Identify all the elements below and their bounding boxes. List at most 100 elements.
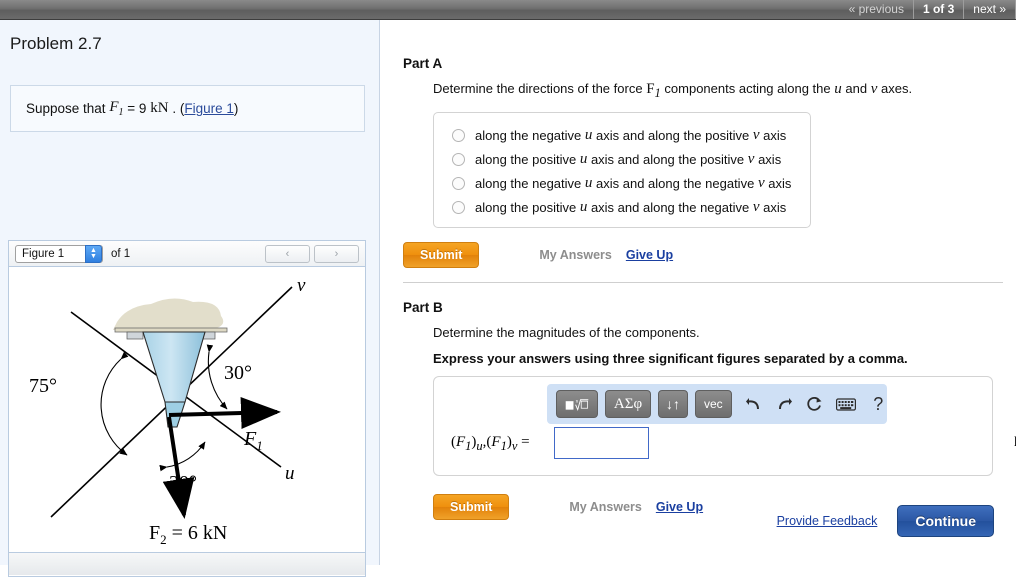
option-2-mid: axis and along the positive — [590, 151, 745, 167]
angle-75-label: 75° — [29, 375, 57, 397]
option-3-end: axis — [768, 175, 792, 191]
figure-select[interactable]: Figure 1 ▲ ▼ — [15, 244, 103, 263]
sub-superscript-button[interactable]: ↓↑ — [658, 390, 688, 418]
reset-icon[interactable] — [806, 393, 824, 415]
answer-equals: = — [521, 434, 530, 450]
statement-unit: kN — [150, 100, 169, 116]
figure-select-value: Figure 1 — [22, 247, 65, 260]
angle-30-lower-label: 30° — [169, 472, 197, 494]
greek-symbols-button[interactable]: ΑΣφ — [605, 390, 651, 418]
next-button[interactable]: next » — [964, 0, 1016, 19]
option-1-v: v — [752, 126, 760, 143]
part-a-my-answers-link[interactable]: My Answers — [539, 248, 611, 262]
question-v-axis: v — [870, 81, 878, 97]
option-3-v: v — [757, 174, 765, 191]
part-a-options: along the negative u axis and along the … — [433, 112, 811, 228]
part-a-give-up-link[interactable]: Give Up — [626, 248, 673, 262]
figure-link[interactable]: Figure 1 — [184, 101, 234, 116]
answer-force-symbol-2: F — [491, 434, 501, 450]
option-3-pre: along the negative — [475, 175, 582, 191]
figure-footer-bar — [9, 552, 365, 575]
undo-icon[interactable] — [745, 393, 763, 415]
option-2-end: axis — [758, 151, 782, 167]
option-2-pre: along the positive — [475, 151, 577, 167]
radio-icon[interactable] — [452, 200, 465, 214]
part-b-answer-box: n ΑΣφ ↓↑ vec ? (F1)u,(F1)v = — [433, 376, 1016, 476]
part-a-heading: Part A — [403, 56, 443, 71]
page-title: Problem 2.7 — [10, 34, 102, 53]
radio-icon[interactable] — [452, 152, 465, 166]
radio-icon[interactable] — [452, 128, 465, 142]
part-a-question: Determine the directions of the force F1… — [433, 81, 1003, 101]
mechanics-diagram: 75° 30° 30° v u F1 F2 = 6 kN — [29, 275, 306, 547]
statement-period: . — [172, 101, 177, 116]
question-pre-text: Determine the directions of the force — [433, 81, 643, 96]
math-template-button[interactable]: n — [556, 390, 598, 418]
option-2-u: u — [579, 150, 588, 167]
vector-button[interactable]: vec — [695, 390, 732, 418]
answer-component-v: v — [511, 439, 518, 453]
part-a-section: Part A Determine the directions of the f… — [403, 56, 1003, 268]
figure-widget: Figure 1 ▲ ▼ of 1 ‹ › 75° 30° 30° v u F1… — [8, 240, 366, 577]
force-symbol: F1 — [109, 99, 124, 118]
radio-icon[interactable] — [452, 176, 465, 190]
question-u-axis: u — [834, 81, 842, 97]
chevron-updown-icon[interactable]: ▲ ▼ — [85, 244, 102, 263]
part-a-submit-button[interactable]: Submit — [403, 242, 480, 268]
keyboard-icon[interactable] — [836, 393, 857, 415]
statement-equals: = 9 — [127, 101, 147, 116]
radio-option-3[interactable]: along the negative u axis and along the … — [434, 171, 810, 195]
question-mid-text: components acting along the — [664, 81, 831, 96]
figure-canvas: 75° 30° 30° v u F1 F2 = 6 kN — [9, 267, 365, 552]
force1-label: F1 — [243, 428, 263, 453]
option-4-mid: axis and along the negative — [590, 199, 750, 215]
top-navigation-bar: « previous 1 of 3 next » — [0, 0, 1016, 20]
page-counter: 1 of 3 — [912, 0, 965, 19]
question-and-text: and — [845, 81, 868, 96]
question-end-text: axes. — [881, 81, 913, 96]
continue-button[interactable]: Continue — [897, 505, 994, 537]
radio-option-4[interactable]: along the positive u axis and along the … — [434, 195, 810, 219]
problem-statement: Suppose that F1 = 9 kN . (Figure 1) — [10, 85, 365, 132]
figure-prev-button[interactable]: ‹ — [265, 244, 310, 263]
answer-input[interactable] — [554, 427, 649, 459]
part-b-question: Determine the magnitudes of the componen… — [433, 325, 700, 340]
part-b-section: Part B Determine the magnitudes of the c… — [403, 300, 1016, 520]
redo-icon[interactable] — [775, 393, 793, 415]
force2-label: F2 = 6 kN — [149, 522, 227, 547]
angle-30-upper-label: 30° — [224, 362, 252, 384]
option-1-u: u — [584, 126, 593, 143]
figure-paren-close: ) — [233, 101, 239, 116]
section-divider — [403, 282, 1003, 283]
previous-button[interactable]: « previous — [840, 0, 913, 19]
figure-count-label: of 1 — [111, 247, 131, 260]
provide-feedback-link[interactable]: Provide Feedback — [777, 514, 878, 528]
part-a-submit-row: Submit My Answers Give Up — [403, 242, 1003, 268]
math-toolbar: n ΑΣφ ↓↑ vec ? — [547, 384, 887, 424]
radio-option-1[interactable]: along the negative u axis and along the … — [434, 123, 810, 147]
option-2-v: v — [747, 150, 755, 167]
axis-v-label: v — [297, 275, 306, 296]
figure-toolbar: Figure 1 ▲ ▼ of 1 ‹ › — [9, 241, 365, 267]
radio-option-2[interactable]: along the positive u axis and along the … — [434, 147, 810, 171]
axis-u-label: u — [285, 463, 295, 484]
option-4-v: v — [752, 198, 760, 215]
svg-text:n: n — [576, 400, 579, 405]
option-1-mid: axis and along the positive — [596, 127, 750, 143]
option-1-pre: along the negative — [475, 127, 582, 143]
footer-actions: Provide Feedback Continue — [381, 505, 1016, 537]
option-1-end: axis — [763, 127, 787, 143]
question-force-symbol: F1 — [646, 81, 661, 100]
help-icon[interactable]: ? — [869, 393, 887, 415]
answer-force-symbol: F — [456, 434, 466, 450]
answer-label: (F1)u,(F1)v = — [451, 434, 530, 454]
nth-root-icon: n — [565, 399, 589, 412]
option-4-pre: along the positive — [475, 199, 577, 215]
option-3-u: u — [584, 174, 593, 191]
answer-panel: Part A Determine the directions of the f… — [381, 20, 1016, 565]
problem-panel: Problem 2.7 Suppose that F1 = 9 kN . (Fi… — [0, 20, 380, 577]
figure-next-button[interactable]: › — [314, 244, 359, 263]
statement-text: Suppose that — [26, 101, 106, 116]
figure-nav-buttons: ‹ › — [265, 244, 359, 263]
part-b-heading: Part B — [403, 300, 443, 315]
